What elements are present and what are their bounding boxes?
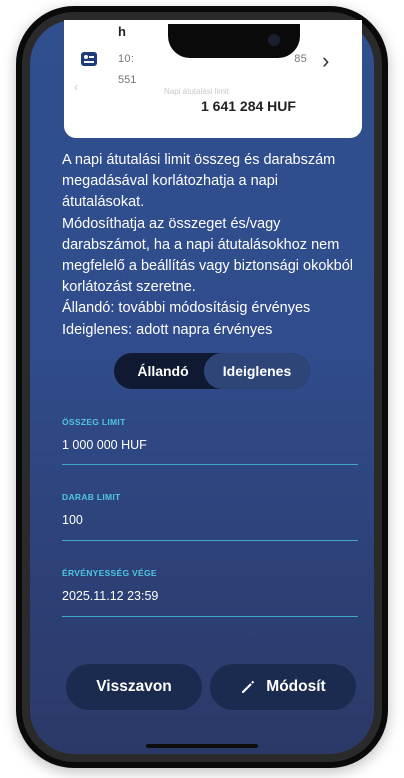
field-label: ÖSSZEG LIMIT	[62, 417, 126, 427]
valid-until-field[interactable]: ÉRVÉNYESSÉG VÉGE 2025.11.12 23:59	[62, 568, 358, 603]
field-value: 100	[62, 513, 83, 527]
divider	[62, 616, 358, 617]
notch	[168, 24, 300, 58]
field-label: DARAB LIMIT	[62, 492, 121, 502]
description: A napi átutalási limit összeg és darabsz…	[62, 150, 362, 341]
limit-caption: Napi átutalási limit	[164, 87, 229, 96]
field-label: ÉRVÉNYESSÉG VÉGE	[62, 568, 157, 578]
description-line: A napi átutalási limit összeg és darabsz…	[62, 152, 336, 211]
edit-button-label: Módosít	[266, 678, 326, 695]
edit-button[interactable]: Módosít	[210, 664, 356, 710]
divider	[62, 540, 358, 541]
field-value: 2025.11.12 23:59	[62, 589, 159, 603]
amount-limit-field[interactable]: ÖSSZEG LIMIT 1 000 000 HUF	[62, 417, 358, 452]
description-line: Állandó: további módosításig érvényes	[62, 300, 311, 317]
count-limit-field[interactable]: DARAB LIMIT 100	[62, 492, 358, 527]
tab-permanent[interactable]: Állandó	[114, 353, 212, 389]
field-value: 1 000 000 HUF	[62, 438, 147, 452]
chevron-left-icon[interactable]: ‹	[74, 80, 78, 94]
description-line: Ideiglenes: adott napra érvényes	[62, 321, 273, 338]
limit-type-toggle: Állandó Ideiglenes	[114, 353, 310, 389]
tab-temporary[interactable]: Ideiglenes	[204, 353, 310, 389]
description-line: Módosíthatja az összeget és/vagy darabsz…	[62, 215, 353, 296]
daily-limit-amount: 1 641 284 HUF	[201, 98, 296, 114]
cancel-button[interactable]: Visszavon	[66, 664, 202, 710]
home-indicator[interactable]	[146, 744, 258, 748]
divider	[62, 464, 358, 465]
bank-account-icon	[81, 52, 97, 66]
camera-icon	[268, 34, 280, 46]
account-number-cont: 551	[118, 74, 137, 86]
account-name: h	[118, 24, 126, 39]
chevron-right-icon[interactable]: ›	[322, 48, 329, 74]
pencil-icon	[242, 680, 255, 693]
